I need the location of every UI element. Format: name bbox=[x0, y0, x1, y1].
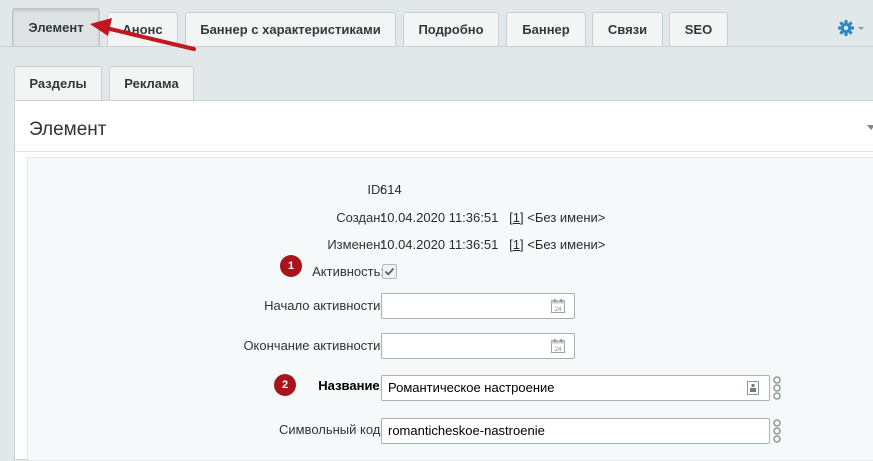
tab-sections[interactable]: Разделы bbox=[14, 66, 102, 100]
section-title: Элемент bbox=[29, 119, 107, 140]
modified-user-name: <Без имени> bbox=[527, 237, 606, 252]
modified-value: 10.04.2020 11:36:51 [1] <Без имени> bbox=[380, 237, 606, 252]
calendar-icon[interactable]: 24 bbox=[550, 338, 566, 354]
gear-icon bbox=[838, 20, 864, 36]
active-from-label: Начало активности: bbox=[264, 298, 384, 313]
name-input[interactable]: Романтическое настроение bbox=[381, 375, 770, 401]
created-label: Создан: bbox=[336, 210, 384, 225]
tab-bar-secondary: Разделы Реклама bbox=[0, 64, 873, 100]
annotation-badge-2: 2 bbox=[274, 374, 296, 396]
tab-links[interactable]: Связи bbox=[592, 12, 663, 46]
svg-text:24: 24 bbox=[555, 347, 562, 353]
annotation-badge-1: 1 bbox=[280, 255, 302, 277]
tab-advertising[interactable]: Реклама bbox=[109, 66, 194, 100]
modified-label: Изменен: bbox=[327, 237, 384, 252]
modified-user-link[interactable]: 1 bbox=[513, 237, 520, 252]
section-header: Элемент bbox=[15, 101, 873, 152]
code-label: Символьный код: bbox=[278, 422, 384, 437]
created-date: 10.04.2020 11:36:51 bbox=[380, 210, 499, 225]
tab-seo[interactable]: SEO bbox=[669, 12, 728, 46]
active-label: Активность: bbox=[312, 264, 384, 279]
element-panel: Элемент ID: 614 Создан: 10.04.2020 11:36… bbox=[14, 100, 873, 461]
code-input[interactable]: romanticheskoe-nastroenie bbox=[381, 418, 770, 444]
tab-banner[interactable]: Баннер bbox=[506, 12, 586, 46]
link-chain-icon[interactable] bbox=[770, 376, 784, 400]
created-user-name: <Без имени> bbox=[527, 210, 606, 225]
tab-banner-characteristics[interactable]: Баннер с характеристиками bbox=[185, 12, 396, 46]
modified-date: 10.04.2020 11:36:51 bbox=[380, 237, 499, 252]
name-label: Название: bbox=[318, 378, 384, 393]
active-checkbox[interactable] bbox=[382, 264, 397, 279]
settings-button[interactable] bbox=[836, 18, 866, 38]
id-value: 614 bbox=[380, 182, 402, 197]
annotation-arrow bbox=[90, 18, 196, 51]
tab-details[interactable]: Подробно bbox=[403, 12, 499, 46]
created-value: 10.04.2020 11:36:51 [1] <Без имени> bbox=[380, 210, 606, 225]
calendar-icon[interactable]: 24 bbox=[550, 298, 566, 314]
created-user-link[interactable]: 1 bbox=[513, 210, 520, 225]
active-to-input[interactable] bbox=[381, 333, 575, 359]
active-from-input[interactable] bbox=[381, 293, 575, 319]
svg-text:24: 24 bbox=[555, 307, 562, 313]
active-to-label: Окончание активности: bbox=[243, 338, 384, 353]
collapse-icon[interactable] bbox=[867, 125, 873, 130]
link-chain-icon[interactable] bbox=[770, 419, 784, 443]
translit-icon[interactable] bbox=[746, 380, 760, 396]
tab-element[interactable]: Элемент bbox=[12, 8, 100, 46]
checkmark-icon bbox=[384, 267, 395, 276]
element-form: ID: 614 Создан: 10.04.2020 11:36:51 [1] … bbox=[27, 157, 873, 461]
